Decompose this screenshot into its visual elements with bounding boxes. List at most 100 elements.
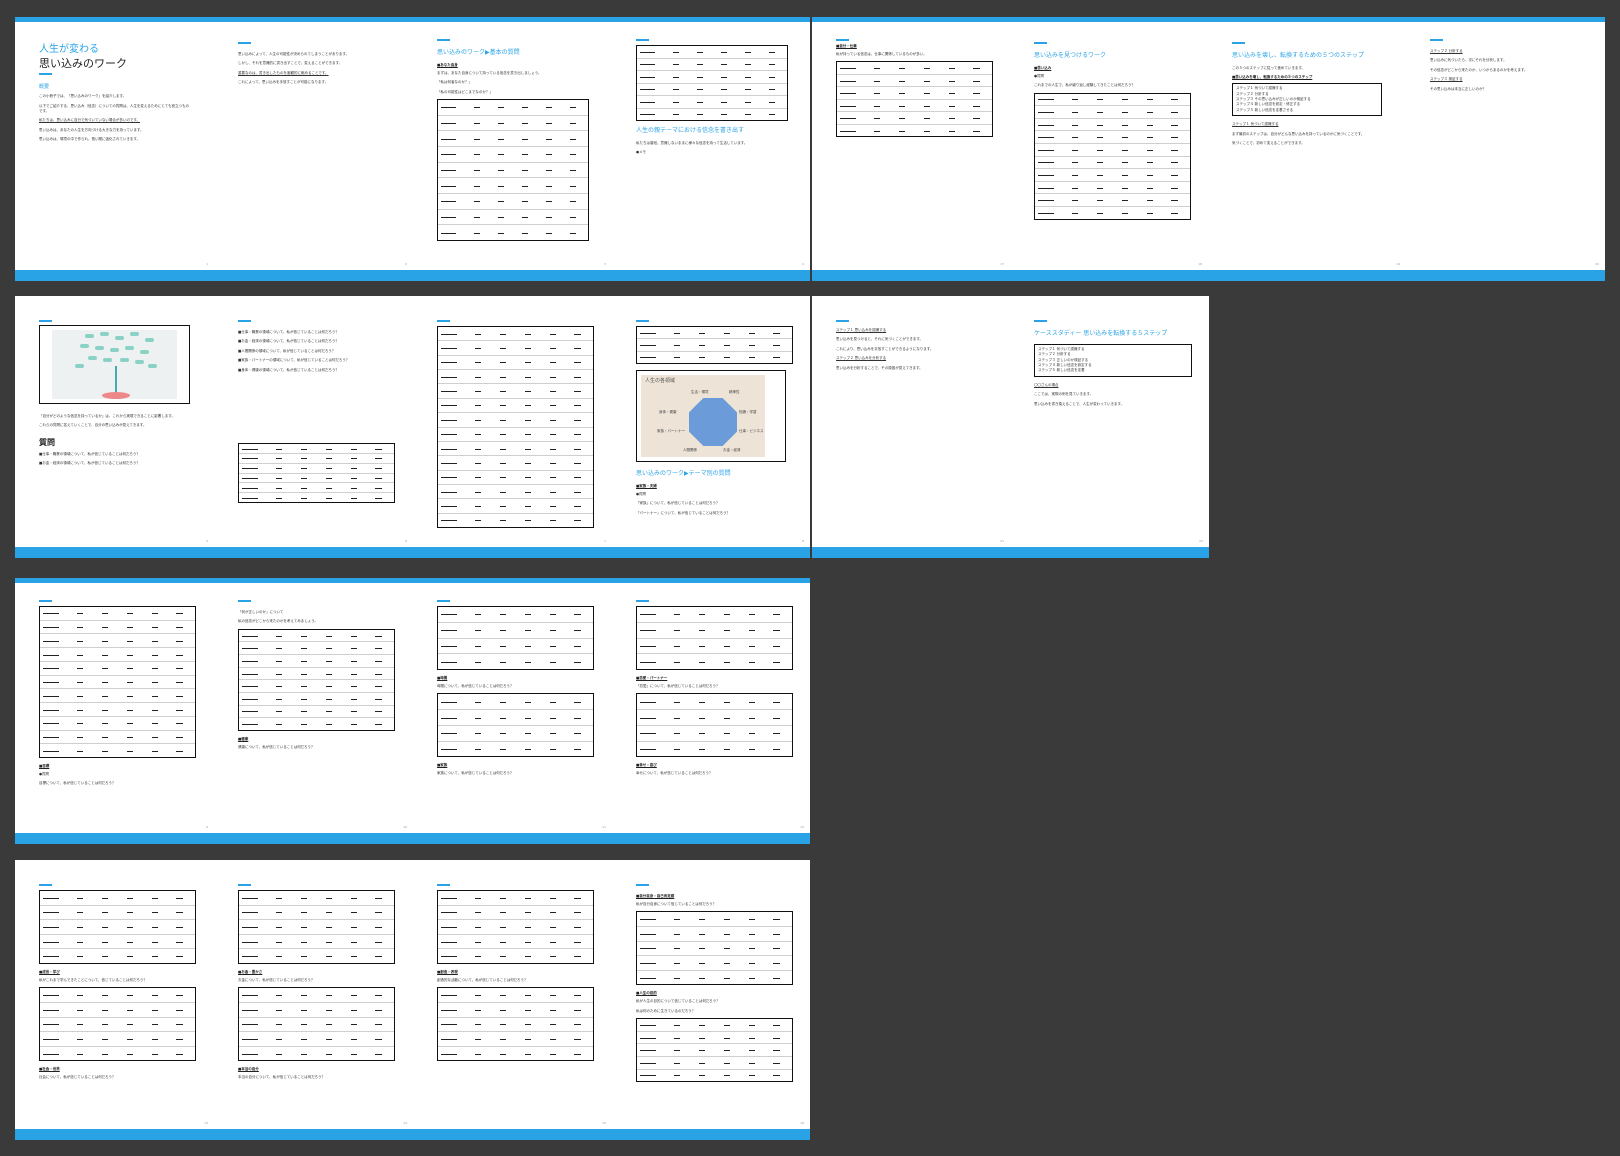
table-row[interactable]: [40, 1047, 195, 1061]
answer-table[interactable]: [238, 628, 395, 731]
answer-table[interactable]: [636, 1018, 793, 1083]
table-row[interactable]: [239, 920, 394, 935]
table-row[interactable]: [1035, 106, 1190, 119]
table-row[interactable]: [438, 920, 593, 935]
table-row[interactable]: [438, 131, 588, 148]
table-row[interactable]: [1035, 207, 1190, 219]
table-row[interactable]: [438, 514, 593, 527]
table-row[interactable]: [438, 428, 593, 442]
table-row[interactable]: [438, 370, 593, 385]
table-row[interactable]: [438, 949, 593, 963]
table-row[interactable]: [438, 100, 588, 116]
table-row[interactable]: [637, 1019, 792, 1032]
table-row[interactable]: [637, 96, 787, 109]
table-row[interactable]: [40, 634, 195, 649]
table-row[interactable]: [438, 499, 593, 514]
table-row[interactable]: [40, 988, 195, 1004]
answer-table[interactable]: [437, 326, 594, 528]
table-row[interactable]: [239, 1047, 394, 1061]
table-row[interactable]: [239, 668, 394, 681]
table-row[interactable]: [637, 912, 792, 928]
table-row[interactable]: [40, 676, 195, 690]
table-row[interactable]: [438, 1047, 593, 1061]
table-row[interactable]: [438, 178, 588, 195]
table-row[interactable]: [637, 639, 792, 655]
answer-table[interactable]: [39, 606, 196, 758]
table-row[interactable]: [438, 639, 593, 655]
table-row[interactable]: [40, 744, 195, 757]
table-row[interactable]: [637, 327, 792, 340]
table-row[interactable]: [438, 607, 593, 623]
table-row[interactable]: [637, 654, 792, 669]
table-row[interactable]: [438, 471, 593, 485]
table-row[interactable]: [239, 454, 394, 464]
table-row[interactable]: [239, 630, 394, 643]
answer-table[interactable]: [636, 326, 793, 364]
table-row[interactable]: [40, 906, 195, 921]
table-row[interactable]: [438, 356, 593, 371]
table-row[interactable]: [239, 706, 394, 719]
table-row[interactable]: [438, 906, 593, 921]
table-row[interactable]: [40, 920, 195, 935]
table-row[interactable]: [40, 717, 195, 731]
answer-table[interactable]: [636, 693, 793, 758]
table-row[interactable]: [837, 112, 992, 125]
table-row[interactable]: [239, 949, 394, 963]
table-row[interactable]: [637, 84, 787, 96]
table-row[interactable]: [40, 1032, 195, 1047]
table-row[interactable]: [837, 87, 992, 100]
table-row[interactable]: [40, 648, 195, 662]
answer-table[interactable]: [437, 693, 594, 758]
table-row[interactable]: [239, 474, 394, 484]
table-row[interactable]: [40, 949, 195, 963]
table-row[interactable]: [1035, 94, 1190, 107]
table-row[interactable]: [637, 971, 792, 985]
table-row[interactable]: [438, 327, 593, 342]
table-row[interactable]: [40, 935, 195, 950]
table-row[interactable]: [637, 942, 792, 957]
table-row[interactable]: [1035, 194, 1190, 207]
table-row[interactable]: [1035, 119, 1190, 132]
table-row[interactable]: [438, 341, 593, 356]
answer-table[interactable]: [1034, 92, 1191, 220]
table-row[interactable]: [40, 621, 195, 635]
answer-table[interactable]: [238, 890, 395, 964]
answer-table[interactable]: [437, 99, 589, 242]
table-row[interactable]: [438, 225, 588, 240]
table-row[interactable]: [438, 194, 588, 210]
table-row[interactable]: [40, 689, 195, 704]
table-row[interactable]: [239, 493, 394, 502]
table-row[interactable]: [239, 1032, 394, 1047]
answer-table[interactable]: [238, 987, 395, 1062]
table-row[interactable]: [239, 1003, 394, 1018]
table-row[interactable]: [438, 413, 593, 428]
table-row[interactable]: [239, 718, 394, 730]
table-row[interactable]: [239, 693, 394, 706]
table-row[interactable]: [438, 399, 593, 414]
answer-table[interactable]: [238, 443, 395, 504]
table-row[interactable]: [438, 485, 593, 500]
answer-table[interactable]: [636, 911, 793, 986]
table-row[interactable]: [438, 710, 593, 726]
table-row[interactable]: [637, 623, 792, 639]
answer-table[interactable]: [437, 987, 594, 1062]
table-row[interactable]: [637, 1032, 792, 1045]
table-row[interactable]: [438, 935, 593, 950]
table-row[interactable]: [239, 483, 394, 494]
table-row[interactable]: [637, 1044, 792, 1058]
table-row[interactable]: [637, 59, 787, 71]
table-row[interactable]: [637, 927, 792, 942]
table-row[interactable]: [637, 71, 787, 84]
table-row[interactable]: [438, 726, 593, 742]
answer-table[interactable]: [39, 890, 196, 964]
table-row[interactable]: [1035, 131, 1190, 145]
table-row[interactable]: [637, 710, 792, 726]
table-row[interactable]: [239, 464, 394, 474]
answer-table[interactable]: [437, 890, 594, 964]
table-row[interactable]: [239, 444, 394, 454]
table-row[interactable]: [239, 642, 394, 656]
table-row[interactable]: [637, 352, 792, 363]
table-row[interactable]: [438, 456, 593, 471]
table-row[interactable]: [239, 906, 394, 921]
table-row[interactable]: [438, 654, 593, 669]
